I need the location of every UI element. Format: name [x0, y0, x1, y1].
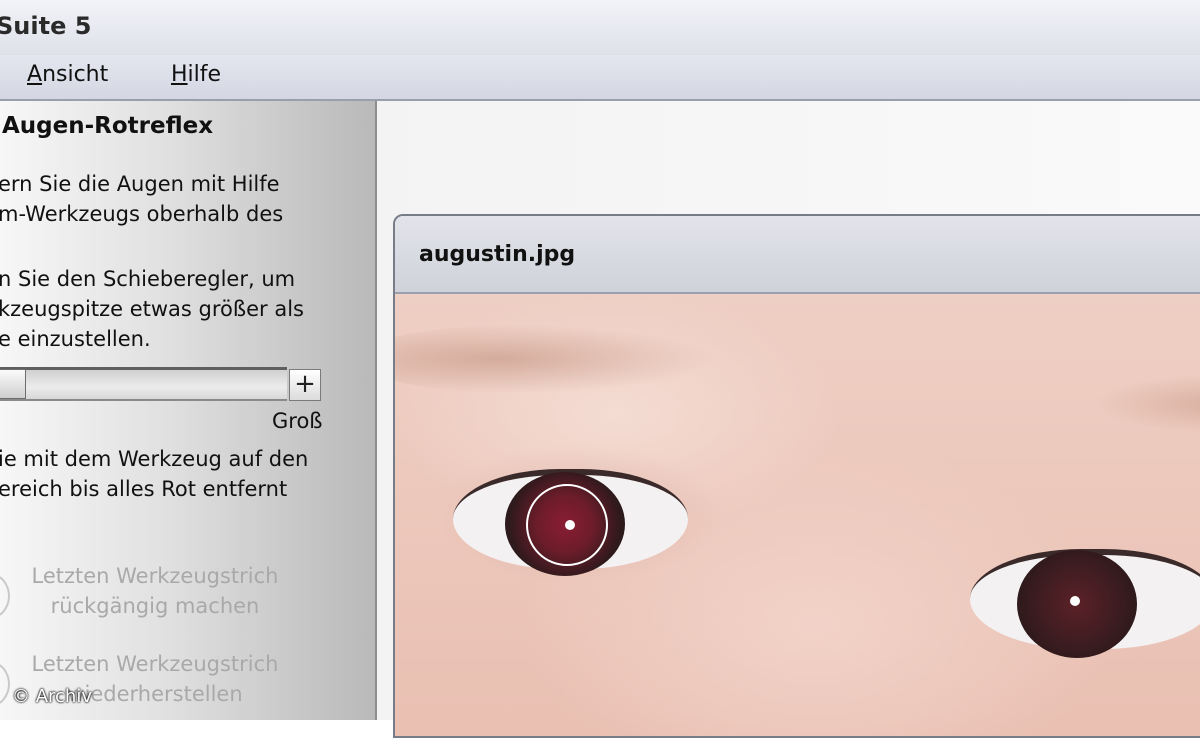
slider-max-label: Groß — [272, 409, 323, 433]
window-titlebar: Suite 5 — [0, 0, 1200, 56]
window-title: Suite 5 — [0, 12, 92, 40]
eyebrow-right — [1095, 374, 1200, 434]
undo-stroke-label: Letzten Werkzeugstrich rückgängig machen — [31, 564, 279, 618]
redo-icon — [0, 661, 10, 707]
instruction-paragraph-2: n Sie den Schieberegler, um kzeugspitze … — [0, 267, 304, 351]
document-titlebar[interactable]: augustin.jpg — [395, 216, 1200, 294]
menu-ansicht-mnemonic: A — [27, 62, 43, 87]
document-title: augustin.jpg — [419, 242, 576, 267]
menu-hilfe[interactable]: Hilfe — [171, 62, 221, 87]
undo-stroke-button[interactable]: Letzten Werkzeugstrich rückgängig machen — [0, 561, 330, 631]
menu-bar: Ansicht Hilfe — [0, 55, 1200, 101]
catchlight-right — [1070, 596, 1080, 606]
eyebrow-left — [395, 324, 715, 394]
menu-ansicht-label: nsicht — [42, 62, 109, 87]
menu-hilfe-label: ilfe — [187, 62, 222, 87]
instruction-paragraph-1: ern Sie die Augen mit Hilfe m-Werkzeugs … — [0, 172, 284, 226]
redo-stroke-button[interactable]: Letzten Werkzeugstrich wiederherstellen — [0, 649, 330, 719]
red-eye-panel: Augen-Rotreflex ern Sie die Augen mit Hi… — [0, 101, 377, 720]
undo-icon — [0, 573, 10, 619]
photo-canvas[interactable] — [395, 294, 1200, 736]
slider-thumb[interactable] — [0, 369, 26, 399]
copyright-watermark: © Archiv — [12, 686, 92, 707]
increase-size-button[interactable]: + — [289, 369, 321, 401]
document-window[interactable]: augustin.jpg — [393, 214, 1200, 738]
menu-ansicht[interactable]: Ansicht — [27, 62, 108, 87]
brush-cursor — [526, 484, 608, 566]
menu-hilfe-mnemonic: H — [171, 62, 188, 87]
panel-title: Augen-Rotreflex — [2, 113, 214, 139]
instruction-paragraph-3: ie mit dem Werkzeug auf den ereich bis a… — [0, 447, 309, 501]
brush-size-slider[interactable] — [0, 367, 287, 401]
